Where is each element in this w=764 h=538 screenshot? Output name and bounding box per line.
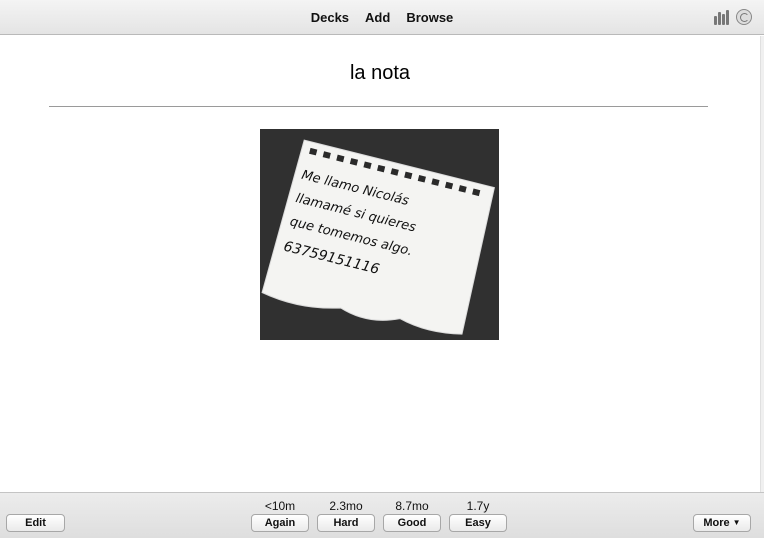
interval-again: <10m	[264, 499, 296, 513]
interval-good: 8.7mo	[395, 499, 429, 513]
handwritten-note-image: Me llamo Nicolás llamamé si quieres que …	[260, 129, 499, 340]
edit-button[interactable]: Edit	[6, 514, 65, 532]
again-button[interactable]: Again	[251, 514, 309, 532]
easy-button[interactable]: Easy	[449, 514, 507, 532]
note-paper-illustration: Me llamo Nicolás llamamé si quieres que …	[260, 129, 499, 340]
more-button[interactable]: More ▼	[693, 514, 751, 532]
stats-icon[interactable]	[714, 9, 730, 25]
sync-icon[interactable]	[736, 9, 752, 25]
good-button[interactable]: Good	[383, 514, 441, 532]
interval-easy: 1.7y	[466, 499, 490, 513]
card-question: la nota	[349, 62, 411, 84]
interval-hard: 2.3mo	[329, 499, 363, 513]
top-toolbar: Decks Add Browse	[0, 0, 764, 35]
main-nav: Decks Add Browse	[0, 0, 764, 35]
more-label: More	[703, 517, 730, 529]
toolbar-icons	[714, 9, 752, 25]
nav-browse[interactable]: Browse	[398, 0, 461, 35]
card-view: la nota Me llamo Nicolás llamamé si quie…	[0, 36, 760, 492]
answer-bar: Edit <10m 2.3mo 8.7mo 1.7y Again Hard Go…	[0, 492, 764, 538]
card-scrollbar[interactable]	[760, 36, 764, 492]
nav-add[interactable]: Add	[357, 0, 398, 35]
hard-button[interactable]: Hard	[317, 514, 375, 532]
answer-divider	[49, 106, 708, 107]
chevron-down-icon: ▼	[732, 518, 741, 527]
nav-decks[interactable]: Decks	[303, 0, 357, 35]
